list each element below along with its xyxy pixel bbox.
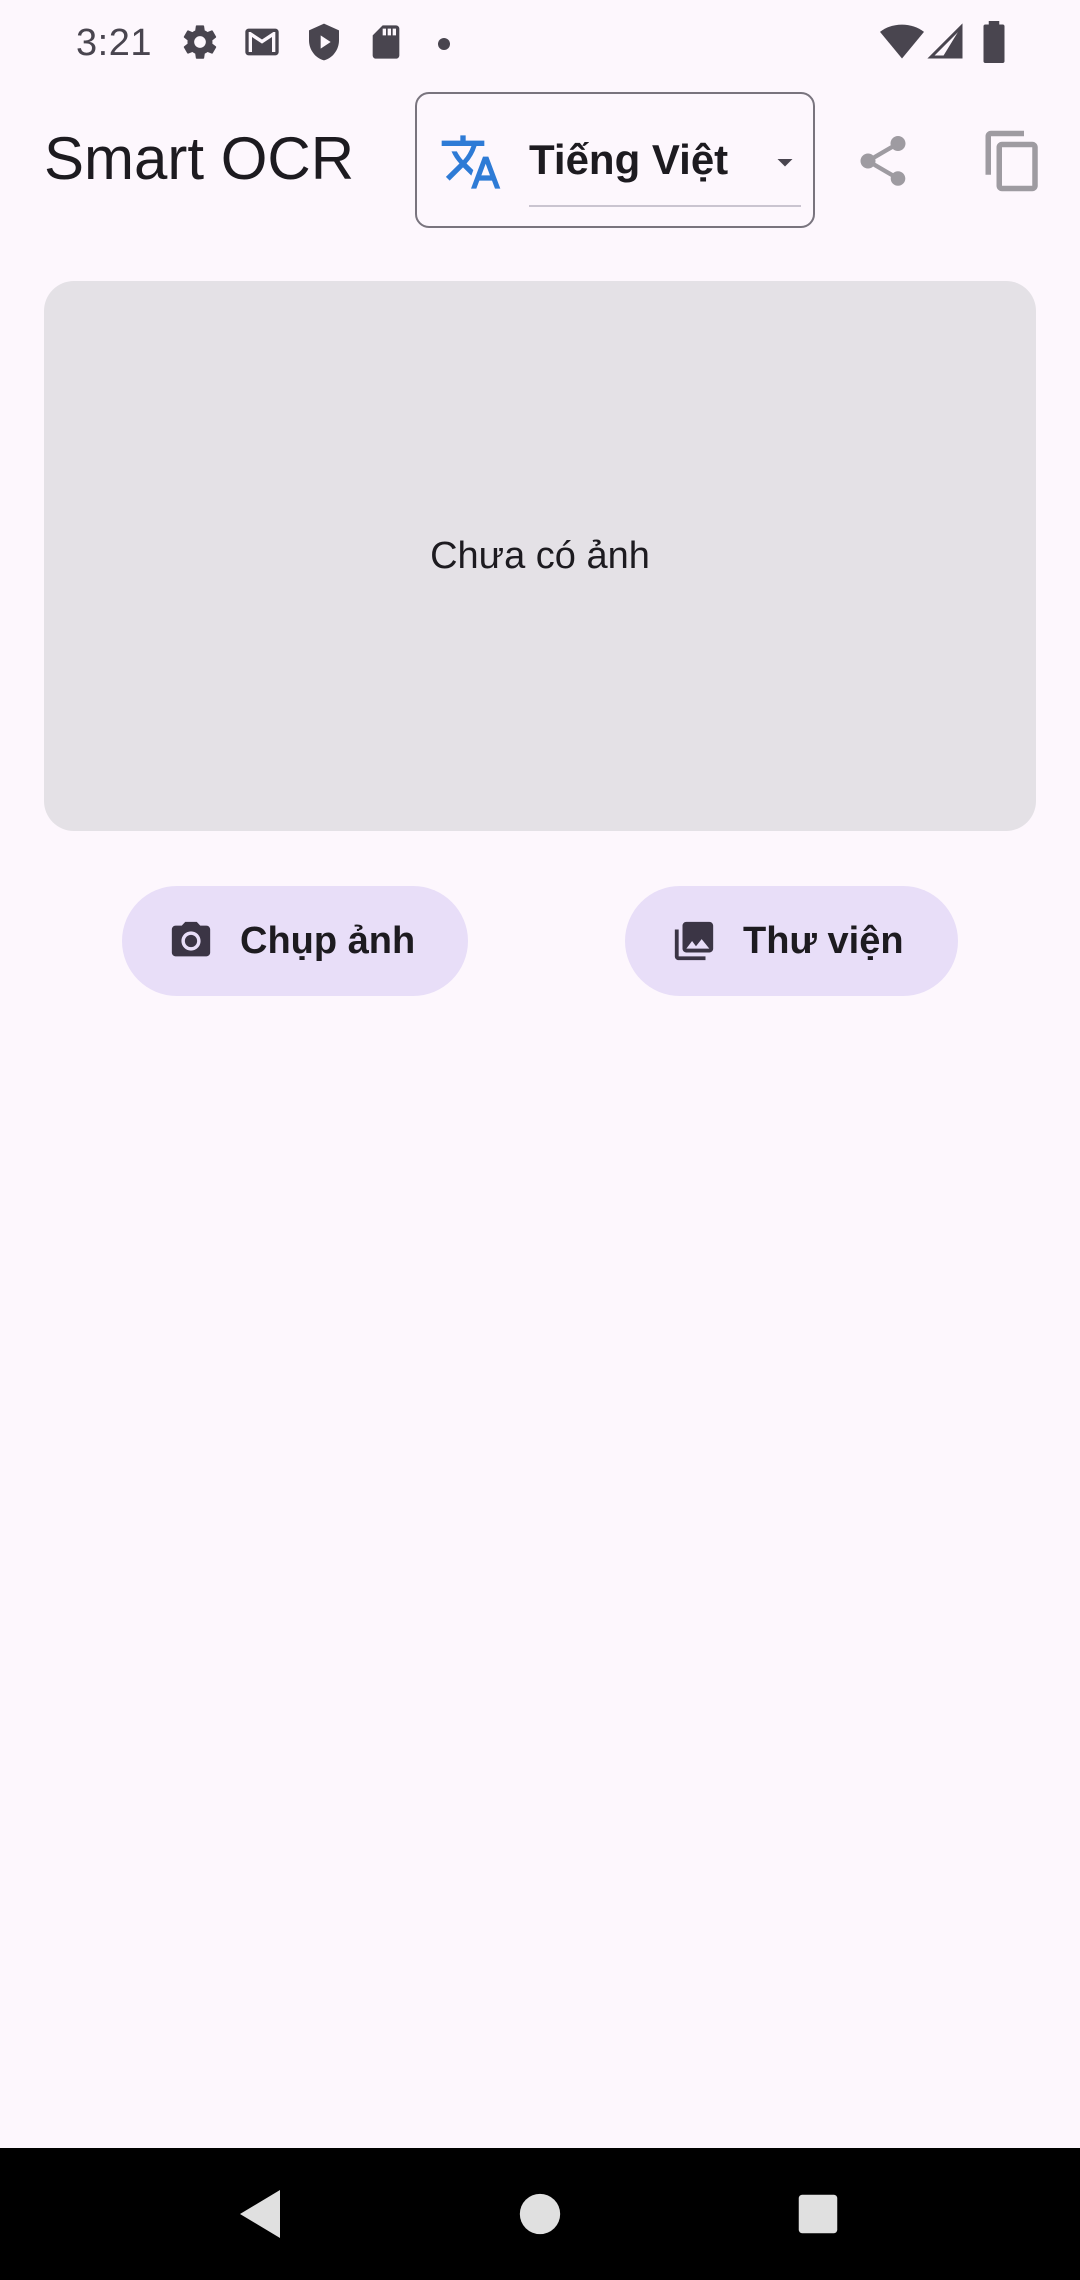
shield-icon [304,22,344,62]
cell-signal-icon [926,22,966,62]
sd-card-icon [366,22,406,62]
copy-icon [980,128,1046,194]
wifi-icon [880,20,924,64]
take-photo-button[interactable]: Chụp ảnh [122,886,468,996]
battery-icon [978,21,1010,63]
translate-icon [439,130,503,194]
gmail-icon [242,22,282,62]
language-selected: Tiếng Việt [529,136,729,183]
gallery-button[interactable]: Thư viện [625,886,958,996]
navigation-bar [0,2148,1080,2280]
share-button[interactable] [838,116,928,206]
share-icon [853,131,913,191]
gallery-label: Thư viện [743,919,904,962]
home-icon [518,2192,562,2236]
back-button[interactable] [228,2182,292,2246]
settings-icon [180,22,220,62]
camera-icon [168,918,214,964]
take-photo-label: Chụp ảnh [240,919,416,962]
screen: 3:21 Smart OCR Tiếng Việt Chưa có ảnh Ch… [0,0,1080,2280]
home-button[interactable] [508,2182,572,2246]
image-preview-area: Chưa có ảnh [44,281,1036,831]
copy-button[interactable] [968,116,1058,206]
back-icon [236,2188,284,2240]
photo-library-icon [671,918,717,964]
recents-button[interactable] [786,2182,850,2246]
notification-dot-icon [438,38,450,50]
app-title: Smart OCR [44,125,355,192]
dropdown-underline [529,205,801,207]
status-bar: 3:21 [0,0,1080,86]
recents-icon [797,2193,839,2235]
image-placeholder-text: Chưa có ảnh [430,534,650,577]
dropdown-arrow-icon [767,144,803,180]
language-dropdown[interactable]: Tiếng Việt [415,92,815,228]
status-time: 3:21 [76,22,152,64]
